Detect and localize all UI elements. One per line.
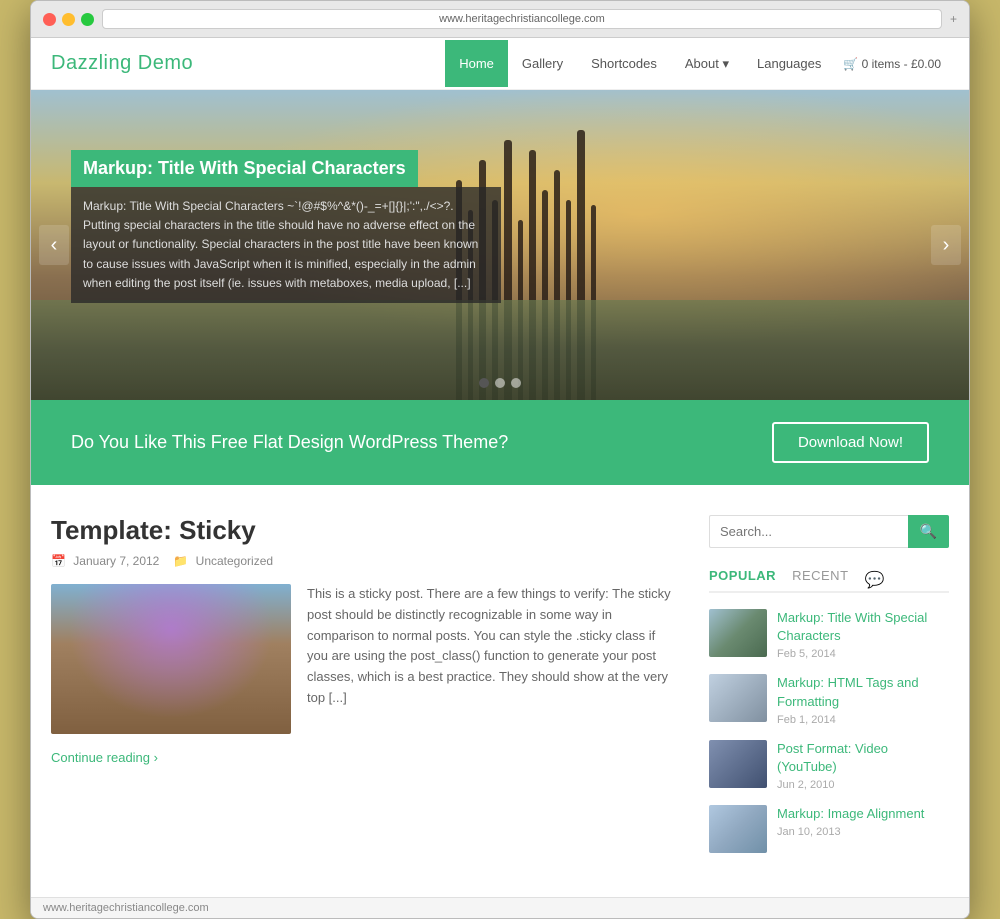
sidebar-post-4: Markup: Image Alignment Jan 10, 2013 [709,805,949,853]
sidebar-post-3-date: Jun 2, 2010 [777,779,949,791]
slider-caption: Markup: Title With Special Characters Ma… [71,150,501,303]
tab-popular[interactable]: POPULAR [709,568,776,591]
slider-dot-1[interactable] [479,378,489,388]
minimize-button[interactable] [62,13,75,26]
nav-item-gallery[interactable]: Gallery [508,40,577,87]
cta-bar: Do You Like This Free Flat Design WordPr… [31,400,969,485]
sidebar-post-1: Markup: Title With Special Characters Fe… [709,609,949,660]
post-excerpt: This is a sticky post. There are a few t… [307,584,679,709]
post-date: 📅 January 7, 2012 [51,554,159,568]
slider-title: Markup: Title With Special Characters [83,158,406,179]
sidebar-post-4-info: Markup: Image Alignment Jan 10, 2013 [777,805,949,838]
traffic-lights [43,13,94,26]
sidebar-post-3: Post Format: Video (YouTube) Jun 2, 2010 [709,740,949,791]
sidebar-post-2-date: Feb 1, 2014 [777,714,949,726]
site-nav: Home Gallery Shortcodes About ▾ Language… [445,40,949,88]
site-header: Dazzling Demo Home Gallery Shortcodes Ab… [31,38,969,90]
sidebar-post-2-info: Markup: HTML Tags and Formatting Feb 1, … [777,674,949,725]
sidebar-post-2: Markup: HTML Tags and Formatting Feb 1, … [709,674,949,725]
download-now-button[interactable]: Download Now! [772,422,929,463]
sidebar-post-4-title[interactable]: Markup: Image Alignment [777,805,949,823]
slider-dot-3[interactable] [511,378,521,388]
sidebar-post-4-date: Jan 10, 2013 [777,826,949,838]
sidebar-thumb-3 [709,740,767,788]
tab-recent[interactable]: RECENT [792,568,848,591]
site-logo: Dazzling Demo [51,52,193,75]
sidebar-thumb-1 [709,609,767,657]
slider-prev-button[interactable]: ‹ [39,225,69,265]
continue-reading-link[interactable]: Continue reading › [51,750,679,765]
sidebar-thumb-4 [709,805,767,853]
search-input[interactable] [709,515,908,548]
status-url: www.heritagechristiancollege.com [43,902,209,914]
browser-window: www.heritagechristiancollege.com + Dazzl… [30,0,970,919]
post-meta: 📅 January 7, 2012 📁 Uncategorized [51,554,679,568]
comment-icon: 💬 [865,570,885,590]
nav-cart[interactable]: 🛒 0 items - £0.00 [835,41,949,87]
post-category: 📁 Uncategorized [173,554,273,568]
sidebar-post-1-date: Feb 5, 2014 [777,648,949,660]
sidebar: 🔍 POPULAR RECENT 💬 Markup: Title With Sp… [709,515,949,867]
post-body: This is a sticky post. There are a few t… [51,584,679,742]
address-bar[interactable]: www.heritagechristiancollege.com [102,9,942,29]
sidebar-thumb-2 [709,674,767,722]
post-image [51,584,291,734]
search-box: 🔍 [709,515,949,548]
folder-icon: 📁 [173,554,188,568]
slider-dots [479,378,521,388]
nav-item-about[interactable]: About ▾ [671,40,743,88]
sidebar-post-3-info: Post Format: Video (YouTube) Jun 2, 2010 [777,740,949,791]
sidebar-post-1-info: Markup: Title With Special Characters Fe… [777,609,949,660]
browser-expand-button[interactable]: + [950,12,957,26]
status-bar: www.heritagechristiancollege.com [31,897,969,918]
slider-next-button[interactable]: › [931,225,961,265]
sidebar-post-3-title[interactable]: Post Format: Video (YouTube) [777,740,949,776]
main-content: Template: Sticky 📅 January 7, 2012 📁 Unc… [31,485,969,897]
cta-text: Do You Like This Free Flat Design WordPr… [71,432,508,453]
sidebar-post-1-title[interactable]: Markup: Title With Special Characters [777,609,949,645]
maximize-button[interactable] [81,13,94,26]
close-button[interactable] [43,13,56,26]
slider-dot-2[interactable] [495,378,505,388]
slider-title-bg: Markup: Title With Special Characters [71,150,418,187]
slider-text: Markup: Title With Special Characters ~`… [83,197,489,293]
nav-item-languages[interactable]: Languages [743,40,835,87]
nav-item-home[interactable]: Home [445,40,508,87]
browser-chrome: www.heritagechristiancollege.com + [31,1,969,38]
hero-slider: Markup: Title With Special Characters Ma… [31,90,969,400]
calendar-icon: 📅 [51,554,66,568]
post-title: Template: Sticky [51,515,679,546]
slider-text-bg: Markup: Title With Special Characters ~`… [71,187,501,303]
sidebar-post-2-title[interactable]: Markup: HTML Tags and Formatting [777,674,949,710]
nav-item-shortcodes[interactable]: Shortcodes [577,40,671,87]
sidebar-tabs: POPULAR RECENT 💬 [709,568,949,593]
search-button[interactable]: 🔍 [908,515,949,548]
blog-section: Template: Sticky 📅 January 7, 2012 📁 Unc… [51,515,679,867]
post-image-inner [51,584,291,734]
